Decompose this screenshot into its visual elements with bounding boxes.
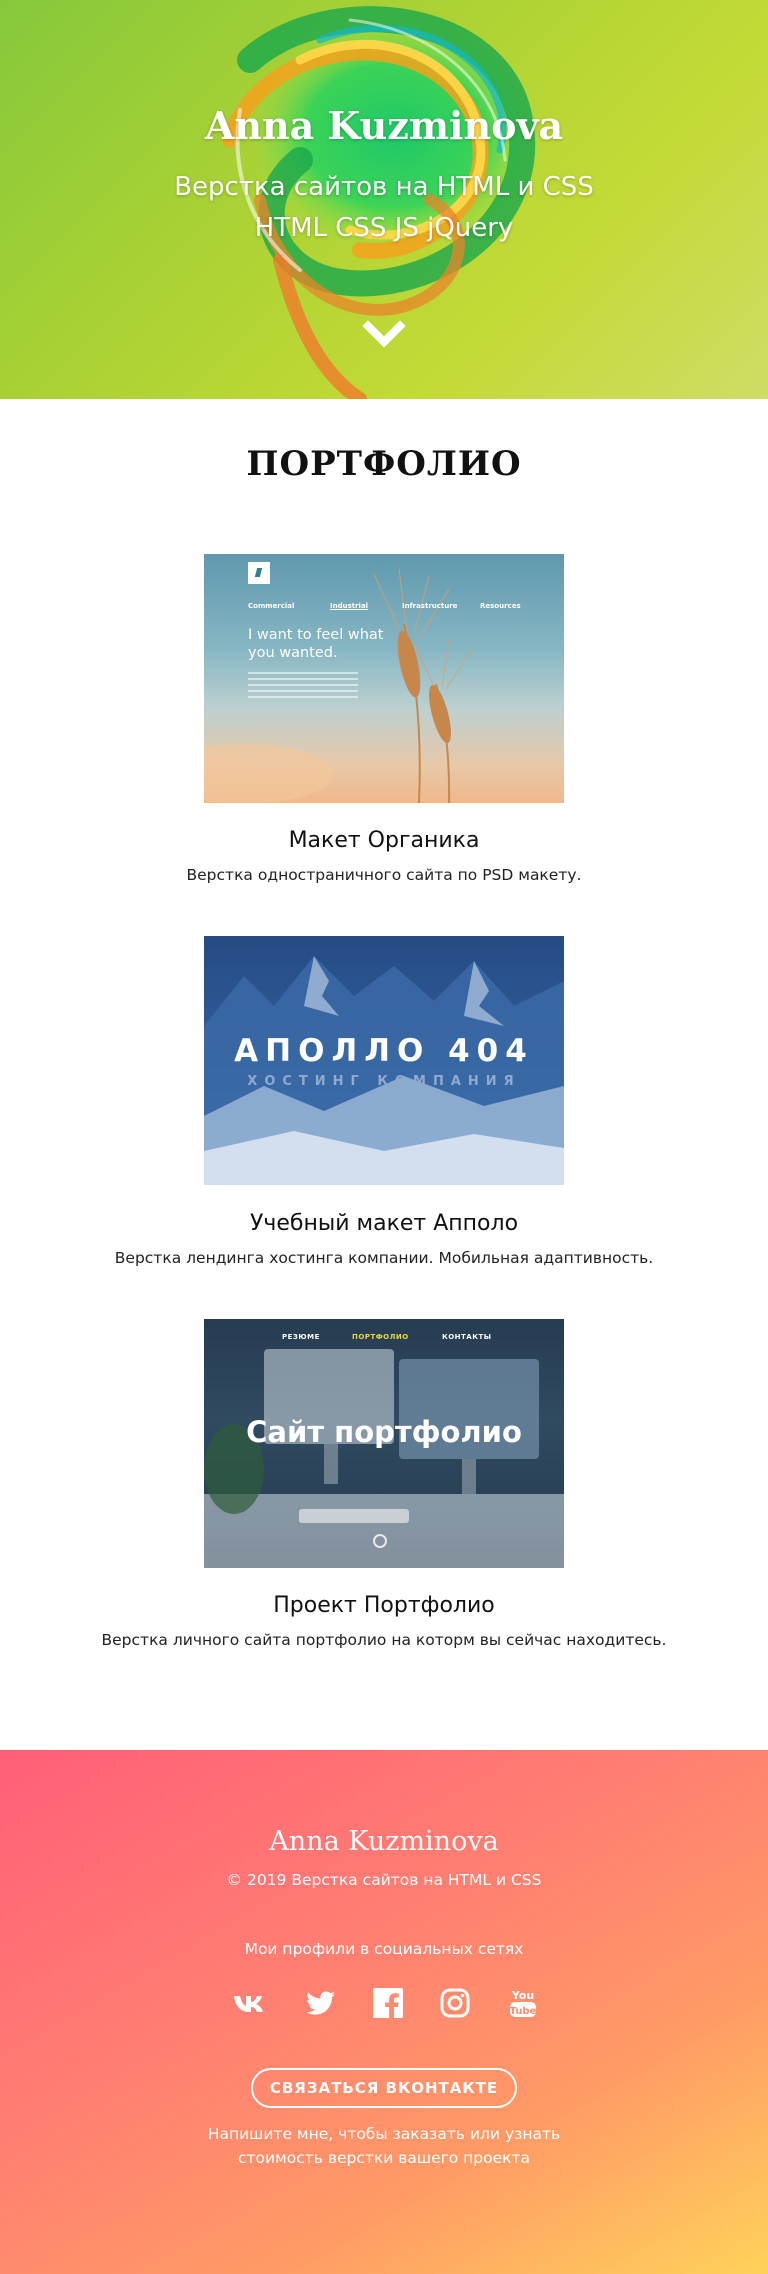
- facebook-link[interactable]: [370, 1985, 406, 2021]
- portfolio-title: ПОРТФОЛИО: [246, 444, 522, 484]
- twitter-link[interactable]: [302, 1985, 338, 2021]
- youtube-link[interactable]: You Tube: [505, 1985, 541, 2021]
- organika-nav-item: Commercial: [248, 602, 295, 610]
- youtube-icon: You Tube: [510, 1989, 537, 2017]
- organika-thumbnail[interactable]: Commercial Industrial Infrastructure Res…: [204, 554, 564, 803]
- work-title[interactable]: Учебный макет Апполо: [0, 1208, 768, 1240]
- organika-nav-item: Infrastructure: [402, 602, 458, 610]
- work-title[interactable]: Проект Портфолио: [0, 1590, 768, 1622]
- organika-nav-item: Industrial: [330, 602, 369, 610]
- portfolio-nav-item: КОНТАКТЫ: [442, 1333, 492, 1341]
- instagram-link[interactable]: [437, 1985, 473, 2021]
- work-description: Верстка одностраничного сайта по PSD мак…: [186, 866, 582, 884]
- work-description: Верстка лендинга хостинга компании. Моби…: [114, 1249, 654, 1267]
- footer-name: Anna Kuzminova: [269, 1826, 499, 1857]
- work-description: Верстка личного сайта портфолио на котор…: [101, 1631, 667, 1649]
- hero-header: Anna Kuzminova Верстка сайтов на HTML и …: [0, 0, 768, 399]
- twitter-icon: [306, 1991, 335, 2015]
- scroll-down-button[interactable]: [360, 316, 408, 356]
- hero-name: Anna Kuzminova: [204, 103, 564, 148]
- organika-nav-item: Resources: [480, 602, 521, 610]
- portfolio-nav-item: РЕЗЮМЕ: [282, 1333, 320, 1341]
- hero-skills: HTML CSS JS jQuery: [254, 213, 514, 243]
- footer-note: Напишите мне, чтобы заказать или узнать: [207, 2125, 561, 2143]
- apollo-brand: АПОЛЛО 404: [234, 1033, 534, 1069]
- portfolio-nav-item-active: ПОРТФОЛИО: [352, 1333, 409, 1341]
- contact-vk-button[interactable]: СВЯЗАТЬСЯ ВКОНТАКТЕ: [251, 2068, 517, 2108]
- chevron-down-icon: [362, 320, 406, 348]
- svg-text:Tube: Tube: [510, 2006, 537, 2017]
- svg-text:You: You: [511, 1989, 534, 2002]
- organika-headline: I want to feel what you wanted.: [248, 627, 384, 661]
- site-footer: Anna Kuzminova © 2019 Верстка сайтов на …: [0, 1750, 768, 2274]
- vk-link[interactable]: [231, 1985, 267, 2021]
- work-title[interactable]: Макет Органика: [0, 825, 768, 857]
- organika-logo: [248, 562, 270, 584]
- footer-note: стоимость верстки вашего проекта: [237, 2149, 531, 2167]
- facebook-icon: [373, 1988, 403, 2018]
- organika-body-placeholder: [248, 672, 358, 702]
- footer-copyright: © 2019 Верстка сайтов на HTML и CSS: [226, 1871, 542, 1889]
- portfolio-thumbnail[interactable]: РЕЗЮМЕ ПОРТФОЛИО КОНТАКТЫ Сайт портфолио: [204, 1319, 564, 1568]
- vk-icon: [234, 1996, 263, 2012]
- instagram-icon: [440, 1988, 470, 2018]
- social-profiles-label: Мои профили в социальных сетях: [244, 1940, 524, 1958]
- apollo-thumbnail[interactable]: АПОЛЛО 404 ХОСТИНГ КОМПАНИЯ: [204, 936, 564, 1185]
- hero-subtitle: Верстка сайтов на HTML и CSS: [174, 172, 594, 202]
- apollo-tagline: ХОСТИНГ КОМПАНИЯ: [247, 1074, 521, 1089]
- portfolio-thumb-headline: Сайт портфолио: [246, 1415, 522, 1449]
